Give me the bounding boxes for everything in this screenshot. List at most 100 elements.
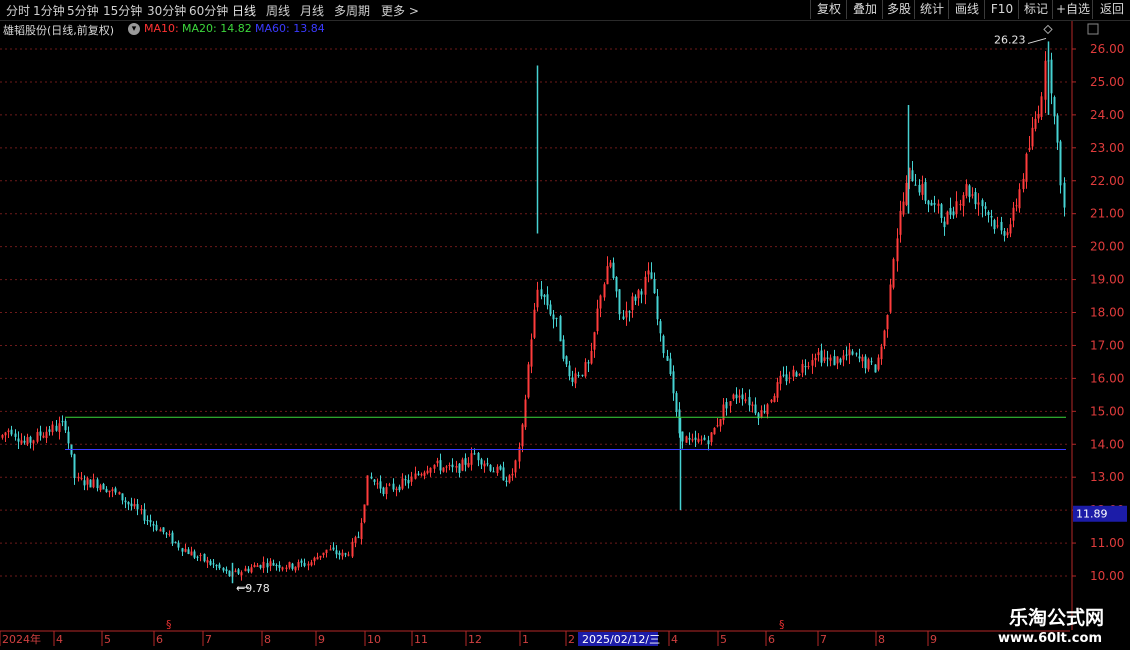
low-price-label: ←9.78 xyxy=(236,582,270,595)
candle-body xyxy=(870,361,873,363)
candle-body xyxy=(448,465,451,467)
candle-body xyxy=(1053,97,1056,117)
adjust-button[interactable]: 复权 xyxy=(810,0,847,19)
y-tick-label: 18.00 xyxy=(1090,306,1124,320)
candle-body xyxy=(1,434,4,438)
kline-chart[interactable]: 26.00 25.00 24.00 23.00 22.00 21.00 20.00 19.00… xyxy=(0,0,1130,650)
candle-body xyxy=(395,488,398,491)
candle-body xyxy=(675,393,678,412)
candle-body xyxy=(924,182,927,201)
candle-body xyxy=(644,276,647,295)
candle-body xyxy=(603,284,606,298)
candle-body xyxy=(1040,96,1043,117)
section-marker: § xyxy=(166,618,172,631)
x-tick-label: 11 xyxy=(414,633,428,646)
candle-body xyxy=(492,471,495,473)
x-tick-label: 12 xyxy=(468,633,482,646)
candle-body xyxy=(392,483,395,490)
y-tick-label: 25.00 xyxy=(1090,75,1124,89)
candle-body xyxy=(540,289,543,297)
stock-title: 雄韬股份(日线,前复权) xyxy=(3,24,115,37)
candle-body xyxy=(1028,148,1031,151)
candle-body xyxy=(51,424,54,433)
candle-body xyxy=(848,349,851,356)
candle-body xyxy=(212,563,215,565)
candle-body xyxy=(354,537,357,543)
tab-more[interactable]: 更多 > xyxy=(381,2,419,19)
candle-body xyxy=(111,489,114,491)
candle-body xyxy=(631,296,634,311)
candle-body xyxy=(618,289,621,315)
candle-body xyxy=(439,460,442,471)
candle-body xyxy=(61,421,64,423)
tab-1min[interactable]: 1分钟 xyxy=(33,2,65,19)
tab-30min[interactable]: 30分钟 xyxy=(147,2,186,19)
tab-monthly[interactable]: 月线 xyxy=(300,2,324,19)
candle-body xyxy=(719,418,722,427)
candle-body xyxy=(436,460,439,464)
candle-body xyxy=(886,315,889,330)
add-watchlist-button[interactable]: +自选 xyxy=(1052,0,1093,19)
section-marker: § xyxy=(779,618,785,631)
tab-daily[interactable]: 日线 xyxy=(232,2,256,19)
candle-body xyxy=(297,562,300,568)
candle-body xyxy=(858,356,861,359)
candle-body xyxy=(562,339,565,359)
candle-body xyxy=(514,460,517,473)
back-button[interactable]: 返回 xyxy=(1092,0,1130,19)
candle-body xyxy=(628,311,631,313)
mark-button[interactable]: 标记 xyxy=(1018,0,1053,19)
candle-body xyxy=(168,533,171,535)
multi-stock-button[interactable]: 多股 xyxy=(882,0,915,19)
tab-weekly[interactable]: 周线 xyxy=(266,2,290,19)
candle-body xyxy=(360,522,363,540)
tab-intraday[interactable]: 分时 xyxy=(6,2,30,19)
tab-15min[interactable]: 15分钟 xyxy=(103,2,142,19)
candle-body xyxy=(1034,118,1037,129)
y-tick-label: 16.00 xyxy=(1090,371,1124,385)
candle-body xyxy=(426,470,429,474)
tab-5min[interactable]: 5分钟 xyxy=(67,2,99,19)
candle-body xyxy=(905,182,908,205)
candle-body xyxy=(262,561,265,569)
candle-body xyxy=(971,194,974,196)
panel-toggle-icon xyxy=(1087,23,1099,35)
candle-body xyxy=(842,355,845,360)
candle-body xyxy=(811,360,814,366)
candle-body xyxy=(930,202,933,206)
candle-body xyxy=(29,436,32,443)
candle-body xyxy=(902,201,905,215)
overlay-button[interactable]: 叠加 xyxy=(846,0,883,19)
f10-button[interactable]: F10 xyxy=(984,0,1019,19)
ma10-label: MA10: xyxy=(144,22,179,35)
candle-body xyxy=(829,357,832,361)
candle-body xyxy=(382,487,385,495)
candle-body xyxy=(974,192,977,205)
candle-body xyxy=(414,473,417,479)
candle-body xyxy=(152,524,155,526)
candle-body xyxy=(788,377,791,379)
candle-body xyxy=(527,364,530,398)
candle-body xyxy=(505,480,508,482)
y-tick-label: 17.00 xyxy=(1090,338,1124,352)
candle-body xyxy=(943,221,946,228)
stats-button[interactable]: 统计 xyxy=(914,0,949,19)
candle-body xyxy=(688,438,691,440)
candle-body xyxy=(130,503,133,507)
candle-body xyxy=(710,432,713,443)
tab-multi-period[interactable]: 多周期 xyxy=(334,2,370,19)
candle-body xyxy=(218,564,221,569)
candle-body xyxy=(918,184,921,193)
draw-line-button[interactable]: 画线 xyxy=(948,0,985,19)
candle-body xyxy=(700,439,703,441)
candle-body xyxy=(776,382,779,398)
candle-body xyxy=(136,504,139,510)
candle-body xyxy=(993,220,996,230)
chevron-down-icon[interactable]: ▾ xyxy=(128,23,140,35)
tab-60min[interactable]: 60分钟 xyxy=(189,2,228,19)
candle-body xyxy=(615,277,618,292)
candle-body xyxy=(310,562,313,566)
candle-body xyxy=(552,314,555,320)
candle-body xyxy=(754,404,757,414)
candle-body xyxy=(7,430,10,433)
